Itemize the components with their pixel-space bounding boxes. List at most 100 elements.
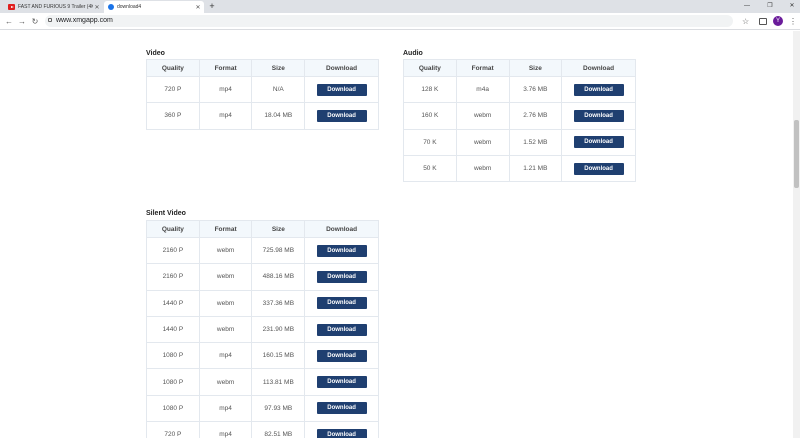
new-tab-icon[interactable]: + [207,1,217,12]
quality-cell: 360 P [146,102,200,130]
avatar[interactable]: Y [773,16,783,26]
address-bar[interactable]: www.xmgapp.com [45,15,733,27]
col-header-format: Format [198,220,253,238]
tab-title: FAST AND FURIOUS 9 Trailer (4K [18,4,93,10]
scrollbar-thumb[interactable] [794,120,799,188]
download-cell: Download [304,421,379,438]
table-row: 1080 Pmp4 160.15 MB Download [146,342,379,370]
download-cell: Download [561,128,636,156]
col-header-quality: Quality [146,59,200,77]
quality-cell: 128 K [403,75,457,104]
tab-strip: FAST AND FURIOUS 9 Trailer (4K ✕ downloa… [0,0,800,13]
download-button[interactable]: Download [316,323,367,336]
size-cell: 725.98 MB [251,236,306,265]
back-icon[interactable]: ← [4,16,14,27]
bookmark-star-icon[interactable]: ☆ [742,16,749,27]
reload-icon[interactable]: ↻ [30,16,40,27]
quality-cell: 1080 P [146,368,200,396]
page-content: Video Quality Format Size Download 720 P… [0,31,793,438]
col-header-size: Size [508,59,563,77]
format-cell: webm [198,315,253,344]
col-header-download: Download [561,59,636,77]
audio-section-title: Audio [403,50,423,57]
format-cell: webm [198,289,253,317]
download-button[interactable]: Download [573,162,624,175]
col-header-quality: Quality [146,220,200,238]
download-button[interactable]: Download [316,402,367,415]
download-button[interactable]: Download [316,109,367,122]
size-cell: 82.51 MB [251,421,306,438]
size-cell: 337.36 MB [251,289,306,317]
table-row: 160 Kwebm 2.76 MB Download [403,102,636,130]
browser-toolbar: ← → ↻ www.xmgapp.com ☆ Y ⋮ [0,13,800,30]
download-button[interactable]: Download [573,83,624,96]
download-cell: Download [304,368,379,396]
download-cell: Download [561,75,636,104]
tab-download4[interactable]: download4 ✕ [104,1,204,13]
table-row: 70 Kwebm 1.52 MB Download [403,128,636,156]
table-row: 720 Pmp4 82.51 MB Download [146,421,379,438]
col-header-size: Size [251,220,306,238]
col-header-quality: Quality [403,59,457,77]
quality-cell: 720 P [146,75,200,104]
col-header-download: Download [304,220,379,238]
format-cell: webm [455,102,510,130]
download-button[interactable]: Download [316,428,367,438]
download-site-icon [108,4,114,10]
format-cell: mp4 [198,75,253,104]
size-cell: 97.93 MB [251,394,306,423]
menu-icon[interactable]: ⋮ [789,16,797,27]
quality-cell: 70 K [403,128,457,156]
quality-cell: 2160 P [146,236,200,265]
size-cell: 160.15 MB [251,342,306,370]
table-row: 1440 Pwebm 337.36 MB Download [146,289,379,317]
address-text: www.xmgapp.com [56,17,113,24]
download-button[interactable]: Download [573,109,624,122]
download-cell: Download [304,236,379,265]
download-cell: Download [561,154,636,183]
quality-cell: 1080 P [146,394,200,423]
close-icon[interactable]: ✕ [194,4,202,11]
table-row: 128 Km4a 3.76 MB Download [403,75,636,104]
download-button[interactable]: Download [316,376,367,389]
download-button[interactable]: Download [573,136,624,149]
download-button[interactable]: Download [316,297,367,310]
col-header-format: Format [455,59,510,77]
tab-youtube[interactable]: FAST AND FURIOUS 9 Trailer (4K ✕ [4,1,103,13]
size-cell: 488.16 MB [251,263,306,291]
minimize-icon[interactable]: — [741,0,753,13]
col-header-download: Download [304,59,379,77]
forward-icon[interactable]: → [17,16,27,27]
download-cell: Download [561,102,636,130]
quality-cell: 720 P [146,421,200,438]
silent-video-section-title: Silent Video [146,210,186,217]
col-header-format: Format [198,59,253,77]
scrollbar-track[interactable] [793,31,800,438]
restore-icon[interactable]: ❐ [764,0,776,13]
format-cell: webm [455,154,510,183]
format-cell: webm [198,368,253,396]
quality-cell: 1440 P [146,315,200,344]
download-button[interactable]: Download [316,270,367,283]
close-window-icon[interactable]: ✕ [786,0,798,13]
download-button[interactable]: Download [316,83,367,96]
download-cell: Download [304,342,379,370]
download-cell: Download [304,263,379,291]
table-row: 720 Pmp4 N/A Download [146,75,379,104]
quality-cell: 160 K [403,102,457,130]
video-table: Quality Format Size Download 720 Pmp4 N/A… [146,59,379,130]
video-section-title: Video [146,50,165,57]
quality-cell: 1080 P [146,342,200,370]
size-cell: 231.90 MB [251,315,306,344]
quality-cell: 50 K [403,154,457,183]
close-icon[interactable]: ✕ [93,4,101,11]
format-cell: webm [455,128,510,156]
download-button[interactable]: Download [316,349,367,362]
youtube-icon [8,4,15,10]
size-cell: 113.81 MB [251,368,306,396]
extension-icon[interactable] [759,18,767,25]
download-button[interactable]: Download [316,244,367,257]
col-header-size: Size [251,59,306,77]
audio-table: Quality Format Size Download 128 Km4a 3.7… [403,59,636,183]
table-row: 360 Pmp4 18.04 MB Download [146,102,379,130]
